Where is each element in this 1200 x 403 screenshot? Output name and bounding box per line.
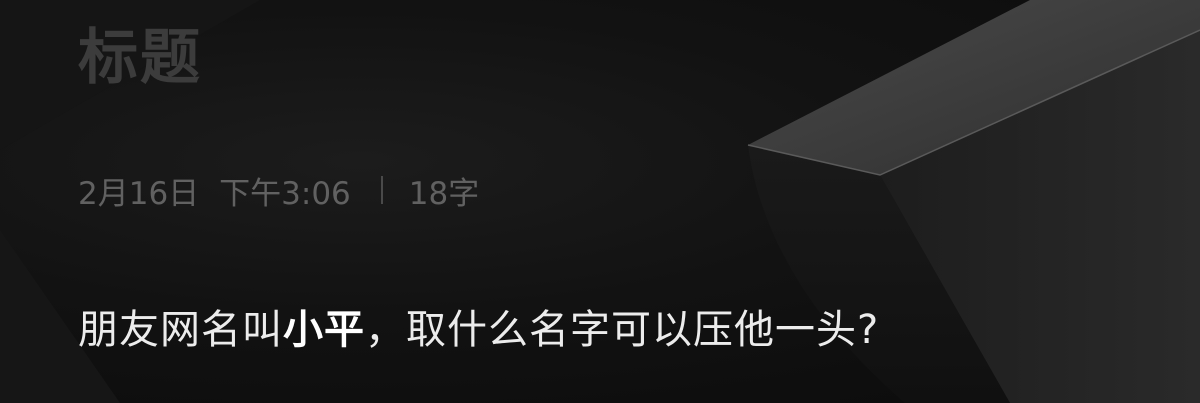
body-text-start: 朋友网名叫 [78,307,283,353]
body-text-end: ，取什么名字可以压他一头? [365,307,880,353]
title-placeholder[interactable]: 标题 [78,20,202,96]
note-editor: 标题 2月16日 下午3:06 18字 朋友网名叫小平，取什么名字可以压他一头? [0,0,1200,403]
meta-divider [380,176,383,204]
note-time: 下午3:06 [219,175,351,212]
note-body[interactable]: 朋友网名叫小平，取什么名字可以压他一头? [78,300,879,360]
note-date: 2月16日 [78,175,200,212]
char-count: 18字 [408,175,480,212]
note-meta: 2月16日 下午3:06 18字 [78,168,479,212]
body-text-emphasis: 小平 [283,307,365,353]
